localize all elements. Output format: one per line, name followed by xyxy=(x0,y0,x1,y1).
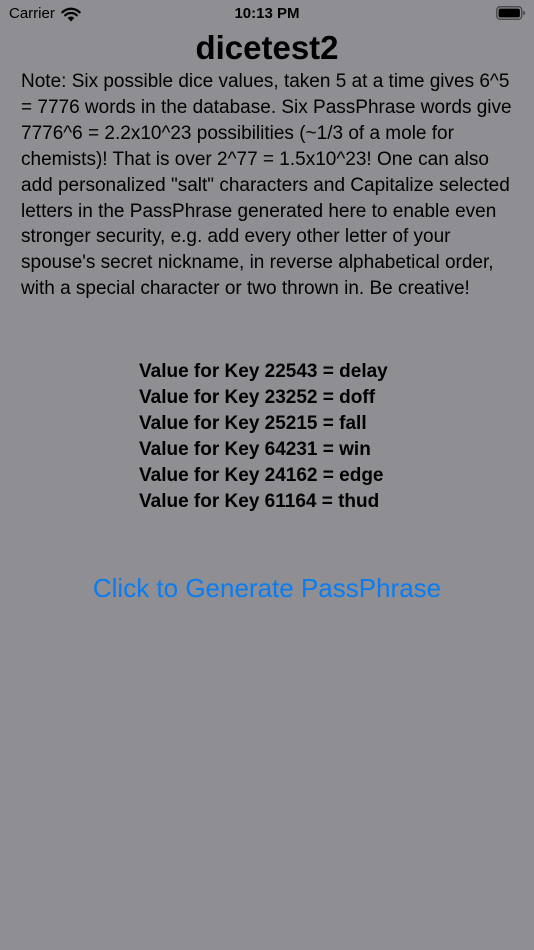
page-title: dicetest2 xyxy=(195,29,339,66)
battery-icon xyxy=(496,6,525,20)
values-list: Value for Key 22543 = delay Value for Ke… xyxy=(139,359,388,514)
value-row: Value for Key 22543 = delay xyxy=(139,361,388,382)
value-row: Value for Key 64231 = win xyxy=(139,438,371,460)
note-text: Note: Six possible dice values, taken 5 … xyxy=(21,71,512,300)
value-row: Value for Key 24162 = edge xyxy=(139,464,384,486)
value-row: Value for Key 25215 = fall xyxy=(139,412,367,434)
value-row: Value for Key 61164 = thud xyxy=(139,490,380,512)
generate-passphrase-button[interactable]: Click to Generate PassPhrase xyxy=(0,570,534,606)
value-row: Value for Key 23252 = doff xyxy=(139,386,376,408)
status-time: 10:13 PM xyxy=(234,5,300,22)
status-bar: Carrier 10:13 PM xyxy=(0,0,534,28)
